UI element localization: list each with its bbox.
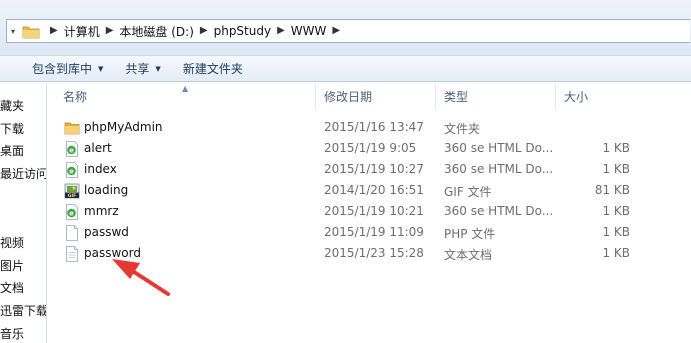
file-row-phpmyadmin[interactable]: phpMyAdmin 2015/1/16 13:47 文件夹 <box>47 117 691 138</box>
folder-icon <box>22 24 40 39</box>
nav-item-music[interactable]: 音乐 <box>0 325 24 342</box>
file-row-password[interactable]: password 2015/1/23 15:28 文本文档 1 KB <box>47 243 691 264</box>
file-row-mmrz[interactable]: e mmrz 2015/1/19 10:21 360 se HTML Do...… <box>47 201 691 222</box>
nav-item-documents[interactable]: 文档 <box>0 279 24 296</box>
breadcrumb-drive-d[interactable]: 本地磁盘 (D:) <box>119 23 193 40</box>
address-bar-area: ▾ ▶ 计算机 ▶ 本地磁盘 (D:) ▶ phpStudy ▶ WWW ▶ <box>0 0 691 55</box>
breadcrumb-separator-icon[interactable]: ▶ <box>100 26 120 36</box>
address-bar[interactable]: ▾ ▶ 计算机 ▶ 本地磁盘 (D:) ▶ phpStudy ▶ WWW ▶ <box>6 19 690 43</box>
file-size: 1 KB <box>602 162 630 176</box>
file-date: 2015/1/19 9:05 <box>324 141 417 155</box>
file-date: 2015/1/19 10:21 <box>324 204 424 218</box>
gif-image-icon: GIF <box>64 183 80 199</box>
html-document-icon: e <box>64 141 80 157</box>
file-name: loading <box>84 183 129 197</box>
file-type: PHP 文件 <box>444 227 496 241</box>
column-date-modified[interactable]: 修改日期 <box>315 83 435 110</box>
svg-text:e: e <box>69 168 74 176</box>
file-size: 1 KB <box>602 141 630 155</box>
file-size: 1 KB <box>602 246 630 260</box>
nav-item-recent-places[interactable]: 最近访问 <box>0 165 46 182</box>
breadcrumb-separator-icon[interactable]: ▶ <box>271 26 291 36</box>
recent-locations-caret-icon[interactable]: ▾ <box>7 27 19 36</box>
column-date-label: 修改日期 <box>324 90 373 104</box>
svg-text:e: e <box>69 147 74 155</box>
column-name-label: 名称 <box>63 90 88 104</box>
include-in-library-button[interactable]: 包含到库中 ▼ <box>21 56 114 81</box>
nav-item-pictures[interactable]: 图片 <box>0 257 24 274</box>
file-size: 1 KB <box>602 204 630 218</box>
html-document-icon: e <box>64 204 80 220</box>
file-name: passwd <box>84 225 129 239</box>
blank-file-icon <box>64 225 80 241</box>
file-row-loading[interactable]: GIF loading 2014/1/20 16:51 GIF 文件 81 KB <box>47 180 691 201</box>
file-row-passwd[interactable]: passwd 2015/1/19 11:09 PHP 文件 1 KB <box>47 222 691 243</box>
column-type[interactable]: 类型 <box>435 83 555 110</box>
file-date: 2015/1/16 13:47 <box>324 120 424 134</box>
new-folder-button[interactable]: 新建文件夹 <box>172 56 254 81</box>
file-date: 2015/1/23 15:28 <box>324 246 424 260</box>
column-name[interactable]: 名称 <box>47 83 315 110</box>
file-name: mmrz <box>84 204 119 218</box>
file-row-alert[interactable]: e alert 2015/1/19 9:05 360 se HTML Do...… <box>47 138 691 159</box>
svg-text:e: e <box>69 210 74 218</box>
svg-text:GIF: GIF <box>68 193 76 199</box>
new-folder-label: 新建文件夹 <box>182 62 243 76</box>
share-button[interactable]: 共享 ▼ <box>114 56 171 81</box>
chevron-down-icon: ▼ <box>155 64 161 73</box>
breadcrumb-www[interactable]: WWW <box>291 24 327 38</box>
column-type-label: 类型 <box>444 90 469 104</box>
file-type: 360 se HTML Do... <box>444 141 554 155</box>
html-document-icon: e <box>64 162 80 178</box>
file-type: 360 se HTML Do... <box>444 204 554 218</box>
file-type: GIF 文件 <box>444 185 492 199</box>
share-label: 共享 <box>125 62 150 76</box>
command-bar: 包含到库中 ▼ 共享 ▼ 新建文件夹 <box>0 55 691 82</box>
chevron-down-icon: ▼ <box>98 64 104 73</box>
file-type: 文本文档 <box>444 248 493 262</box>
breadcrumb-separator-icon[interactable]: ▶ <box>44 26 64 36</box>
file-type: 文件夹 <box>444 122 481 136</box>
nav-item-thunder-downloads[interactable]: 迅雷下载 <box>0 302 46 319</box>
file-date: 2015/1/19 10:27 <box>324 162 424 176</box>
breadcrumb-computer[interactable]: 计算机 <box>64 23 100 40</box>
breadcrumb-separator-icon[interactable]: ▶ <box>194 26 214 36</box>
file-size: 1 KB <box>602 225 630 239</box>
file-name: phpMyAdmin <box>84 120 163 134</box>
include-in-library-label: 包含到库中 <box>32 62 93 76</box>
column-size[interactable]: 大小 <box>555 83 691 110</box>
nav-item-videos[interactable]: 视频 <box>0 234 24 251</box>
file-name: password <box>84 246 141 260</box>
file-name: alert <box>84 141 112 155</box>
nav-item-favorites[interactable]: 藏夹 <box>0 97 24 114</box>
column-size-label: 大小 <box>564 90 589 104</box>
nav-item-desktop[interactable]: 桌面 <box>0 142 24 159</box>
file-row-index[interactable]: e index 2015/1/19 10:27 360 se HTML Do..… <box>47 159 691 180</box>
file-type: 360 se HTML Do... <box>444 162 554 176</box>
text-file-icon <box>64 246 80 262</box>
file-size: 81 KB <box>594 183 630 197</box>
file-date: 2014/1/20 16:51 <box>324 183 424 197</box>
file-name: index <box>84 162 117 176</box>
breadcrumb-phpstudy[interactable]: phpStudy <box>214 24 272 38</box>
folder-icon <box>64 120 80 136</box>
navigation-pane: 藏夹 下载 桌面 最近访问 视频 图片 文档 迅雷下载 音乐 <box>0 83 47 343</box>
file-date: 2015/1/19 11:09 <box>324 225 424 239</box>
breadcrumb-separator-icon[interactable]: ▶ <box>326 26 346 36</box>
nav-item-downloads[interactable]: 下载 <box>0 120 24 137</box>
column-header: ▲ 名称 修改日期 类型 大小 <box>47 83 691 110</box>
